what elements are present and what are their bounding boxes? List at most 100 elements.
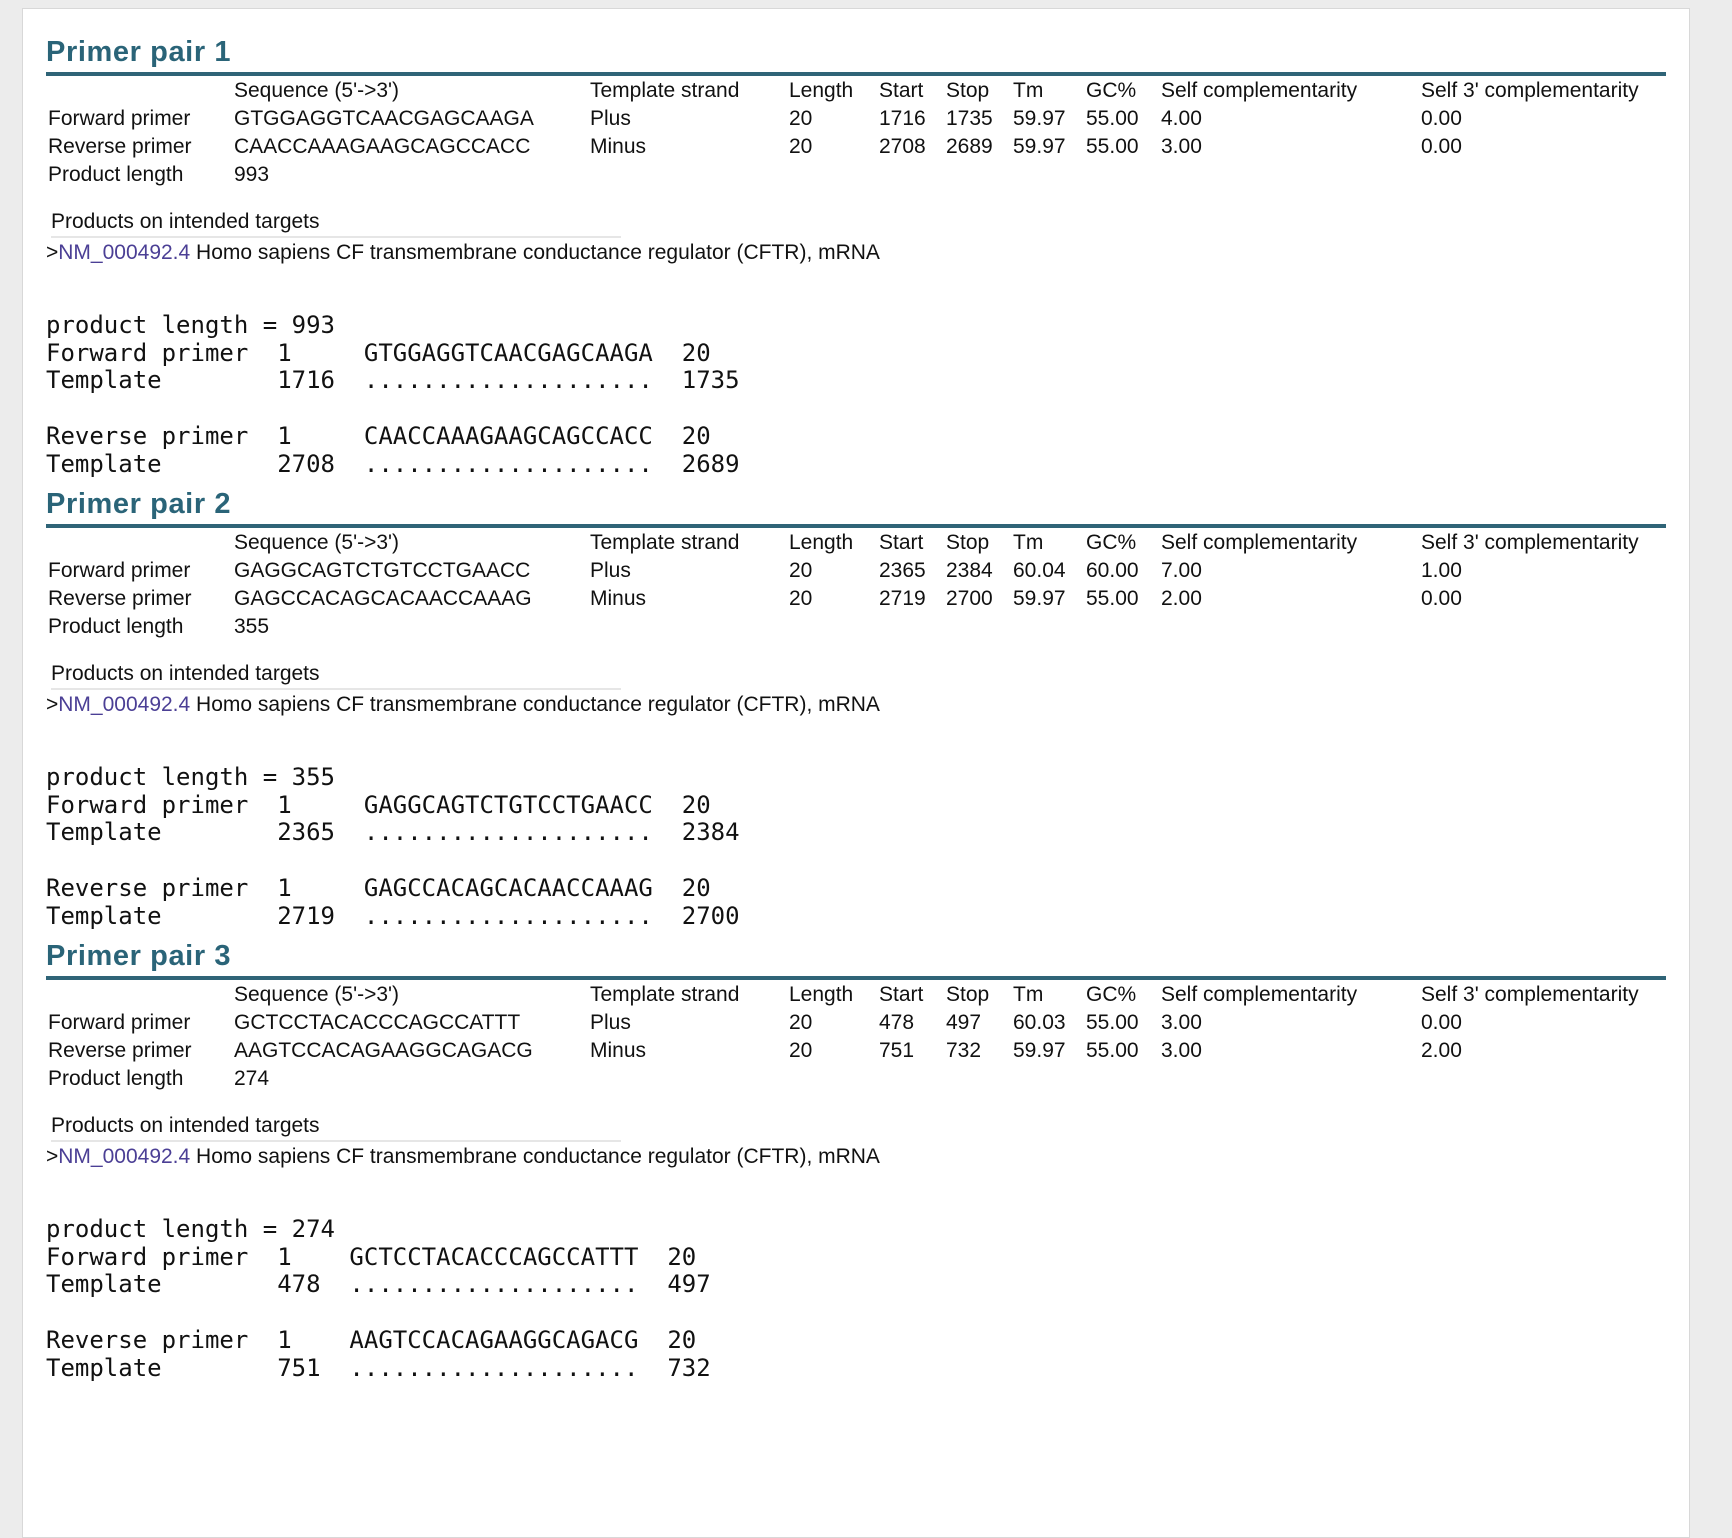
header-self-comp: Self complementarity	[1161, 531, 1358, 554]
primer-pair-section: Primer pair 3 Sequence (5'->3') Template…	[46, 936, 1666, 1382]
reverse-stop: 732	[946, 1039, 982, 1062]
primer-pair-title: Primer pair 1	[46, 32, 1666, 76]
reverse-sequence: GAGCCACAGCACAACCAAAG	[234, 587, 532, 610]
header-gc: GC%	[1086, 983, 1137, 1006]
header-sequence: Sequence (5'->3')	[234, 79, 400, 102]
header-self3-comp: Self 3' complementarity	[1421, 983, 1639, 1006]
target-description: Homo sapiens CF transmembrane conductanc…	[190, 1145, 880, 1168]
reverse-primer-row: Reverse primer AAGTCCACAGAAGGCAGACG Minu…	[46, 1037, 1663, 1065]
header-tm: Tm	[1013, 79, 1044, 102]
forward-strand: Plus	[590, 107, 631, 130]
forward-self-comp: 4.00	[1161, 107, 1202, 130]
primer-table-header-row: Sequence (5'->3') Template strand Length…	[46, 981, 1663, 1009]
primer-table: Sequence (5'->3') Template strand Length…	[46, 981, 1663, 1093]
reverse-primer-row: Reverse primer GAGCCACAGCACAACCAAAG Minu…	[46, 585, 1663, 613]
product-length-row: Product length 993	[46, 161, 1663, 189]
header-strand: Template strand	[590, 983, 740, 1006]
alignment-block: product length = 355 Forward primer 1 GA…	[46, 763, 740, 930]
forward-primer-row: Forward primer GTGGAGGTCAACGAGCAAGA Plus…	[46, 105, 1663, 133]
forward-tm: 60.04	[1013, 559, 1066, 582]
header-stop: Stop	[946, 79, 990, 102]
header-sequence: Sequence (5'->3')	[234, 531, 400, 554]
reverse-length: 20	[789, 587, 813, 610]
forward-self3-comp: 0.00	[1421, 1011, 1462, 1034]
forward-sequence: GCTCCTACACCCAGCCATTT	[234, 1011, 521, 1034]
forward-length: 20	[789, 1011, 813, 1034]
header-self-comp: Self complementarity	[1161, 79, 1358, 102]
header-blank	[46, 529, 232, 557]
reverse-strand: Minus	[590, 587, 647, 610]
reverse-gc: 55.00	[1086, 1039, 1139, 1062]
forward-sequence: GAGGCAGTCTGTCCTGAACC	[234, 559, 531, 582]
reverse-start: 2719	[879, 587, 926, 610]
reverse-primer-row: Reverse primer CAACCAAAGAAGCAGCCACC Minu…	[46, 133, 1663, 161]
forward-stop: 2384	[946, 559, 993, 582]
header-start: Start	[879, 531, 924, 554]
forward-tm: 60.03	[1013, 1011, 1066, 1034]
product-length-value: 274	[234, 1067, 270, 1090]
products-on-targets-heading: Products on intended targets	[51, 1112, 621, 1142]
reverse-sequence: CAACCAAAGAAGCAGCCACC	[234, 135, 531, 158]
target-description: Homo sapiens CF transmembrane conductanc…	[190, 693, 880, 716]
reverse-label: Reverse primer	[48, 135, 192, 158]
header-tm: Tm	[1013, 983, 1044, 1006]
header-gc: GC%	[1086, 531, 1137, 554]
primer-pair-section: Primer pair 2 Sequence (5'->3') Template…	[46, 484, 1666, 930]
forward-stop: 497	[946, 1011, 982, 1034]
reverse-tm: 59.97	[1013, 587, 1066, 610]
forward-primer-row: Forward primer GAGGCAGTCTGTCCTGAACC Plus…	[46, 557, 1663, 585]
forward-start: 478	[879, 1011, 915, 1034]
forward-label: Forward primer	[48, 559, 191, 582]
reverse-gc: 55.00	[1086, 587, 1139, 610]
header-strand: Template strand	[590, 531, 740, 554]
product-length-value: 355	[234, 615, 270, 638]
header-blank	[46, 77, 232, 105]
primer-pair-title: Primer pair 3	[46, 936, 1666, 980]
forward-self3-comp: 1.00	[1421, 559, 1462, 582]
forward-length: 20	[789, 107, 813, 130]
reverse-length: 20	[789, 1039, 813, 1062]
reverse-tm: 59.97	[1013, 135, 1066, 158]
target-prefix: >	[46, 1145, 59, 1168]
reverse-self-comp: 2.00	[1161, 587, 1202, 610]
product-length-row: Product length 355	[46, 613, 1663, 641]
primer-table: Sequence (5'->3') Template strand Length…	[46, 77, 1663, 189]
header-start: Start	[879, 983, 924, 1006]
reverse-start: 2708	[879, 135, 926, 158]
forward-start: 1716	[879, 107, 926, 130]
reverse-tm: 59.97	[1013, 1039, 1066, 1062]
product-length-value: 993	[234, 163, 270, 186]
forward-gc: 60.00	[1086, 559, 1139, 582]
forward-start: 2365	[879, 559, 926, 582]
target-line: >NM_000492.4 Homo sapiens CF transmembra…	[46, 690, 1666, 720]
reverse-self3-comp: 2.00	[1421, 1039, 1462, 1062]
reverse-label: Reverse primer	[48, 587, 192, 610]
reverse-length: 20	[789, 135, 813, 158]
target-accession-link[interactable]: NM_000492.4	[58, 1145, 190, 1168]
target-line: >NM_000492.4 Homo sapiens CF transmembra…	[46, 1142, 1666, 1172]
reverse-gc: 55.00	[1086, 135, 1139, 158]
alignment-block: product length = 274 Forward primer 1 GC…	[46, 1215, 711, 1382]
target-prefix: >	[46, 693, 59, 716]
forward-self3-comp: 0.00	[1421, 107, 1462, 130]
primer-table-header-row: Sequence (5'->3') Template strand Length…	[46, 529, 1663, 557]
target-description: Homo sapiens CF transmembrane conductanc…	[190, 241, 880, 264]
header-length: Length	[789, 79, 854, 102]
header-strand: Template strand	[590, 79, 740, 102]
header-self3-comp: Self 3' complementarity	[1421, 79, 1639, 102]
product-length-row: Product length 274	[46, 1065, 1663, 1093]
alignment-block: product length = 993 Forward primer 1 GT…	[46, 311, 740, 478]
header-self-comp: Self complementarity	[1161, 983, 1358, 1006]
primer-pair-title: Primer pair 2	[46, 484, 1666, 528]
target-accession-link[interactable]: NM_000492.4	[58, 693, 190, 716]
primer-table-header-row: Sequence (5'->3') Template strand Length…	[46, 77, 1663, 105]
target-accession-link[interactable]: NM_000492.4	[58, 241, 190, 264]
header-self3-comp: Self 3' complementarity	[1421, 531, 1639, 554]
target-prefix: >	[46, 241, 59, 264]
reverse-sequence: AAGTCCACAGAAGGCAGACG	[234, 1039, 533, 1062]
reverse-self-comp: 3.00	[1161, 135, 1202, 158]
products-on-targets-heading: Products on intended targets	[51, 660, 621, 690]
forward-self-comp: 3.00	[1161, 1011, 1202, 1034]
forward-length: 20	[789, 559, 813, 582]
forward-gc: 55.00	[1086, 107, 1139, 130]
